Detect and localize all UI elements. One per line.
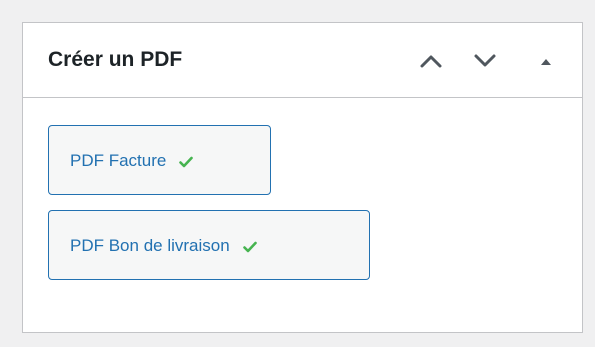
metabox-header: Créer un PDF bbox=[23, 23, 582, 98]
toggle-panel-button[interactable] bbox=[531, 46, 561, 76]
checkmark-icon bbox=[242, 241, 257, 253]
metabox-title: Créer un PDF bbox=[48, 48, 183, 71]
pdf-delivery-note-label: PDF Bon de livraison bbox=[70, 235, 230, 255]
pdf-invoice-label: PDF Facture bbox=[70, 150, 167, 170]
move-down-button[interactable] bbox=[470, 46, 500, 76]
chevron-down-icon bbox=[474, 54, 496, 67]
triangle-up-icon bbox=[541, 59, 551, 65]
pdf-invoice-button[interactable]: PDF Facture bbox=[48, 125, 271, 195]
checkmark-icon bbox=[179, 156, 194, 168]
chevron-up-icon bbox=[420, 55, 442, 68]
move-up-button[interactable] bbox=[416, 46, 446, 76]
create-pdf-metabox: Créer un PDF PDF Facture PDF Bon de livr… bbox=[22, 22, 583, 333]
pdf-delivery-note-button[interactable]: PDF Bon de livraison bbox=[48, 210, 370, 280]
